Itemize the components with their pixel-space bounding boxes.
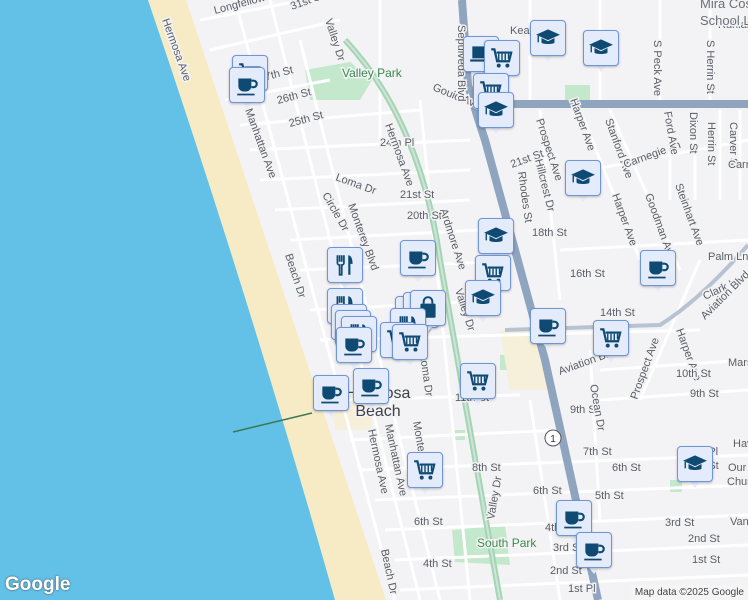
school-marker[interactable]: [478, 92, 514, 136]
street-label: South Park: [477, 536, 537, 550]
cafe-marker[interactable]: [229, 67, 265, 111]
street-label: S Herrin St: [704, 40, 716, 94]
street-label: 14th St: [600, 307, 635, 319]
street-label: 7th St: [583, 446, 612, 458]
cafe-icon: [336, 327, 372, 363]
street-label: Marshall: [728, 357, 748, 369]
street-label: Mira Costa High: [700, 0, 748, 11]
school-marker[interactable]: [565, 160, 601, 204]
street-label: 8th St: [472, 462, 501, 474]
cart-icon: [407, 452, 443, 488]
cafe-marker[interactable]: [400, 240, 436, 284]
map-canvas[interactable]: 1 Longfellow 31st StValley DrValley ParkG…: [0, 0, 748, 600]
street-label: Church: [727, 476, 748, 488]
school-icon: [583, 30, 619, 66]
google-logo: Google: [5, 574, 71, 595]
school-icon: [565, 160, 601, 196]
school-marker[interactable]: [530, 20, 566, 64]
cart-marker[interactable]: [460, 363, 496, 407]
cafe-icon: [313, 375, 349, 411]
cafe-icon: [353, 368, 389, 404]
cafe-marker[interactable]: [640, 250, 676, 294]
street-label: 16th St: [570, 268, 605, 280]
street-label: 1st St: [692, 554, 720, 566]
street-label: 6th St: [414, 516, 443, 528]
restaurant-icon: [327, 247, 363, 283]
street-label: School Lacrosse: [700, 13, 748, 28]
highway-shield-1: 1: [544, 429, 562, 447]
street-label: 6th St: [533, 485, 562, 497]
street-label: 10th St: [676, 368, 711, 380]
cart-icon: [460, 363, 496, 399]
map-attribution[interactable]: Map data ©2025 Google: [630, 585, 748, 600]
cafe-icon: [229, 67, 265, 103]
cafe-icon: [530, 308, 566, 344]
school-icon: [465, 280, 501, 316]
street-label: Dixon St: [687, 112, 699, 154]
street-label: Herrin St: [705, 122, 717, 165]
cafe-icon: [576, 532, 612, 568]
street-label: S Peck Ave: [651, 40, 663, 96]
cafe-icon: [400, 240, 436, 276]
cart-icon: [593, 320, 629, 356]
street-label: Carnegie: [728, 159, 748, 171]
school-marker[interactable]: [465, 280, 501, 324]
street-label: 2nd St: [688, 533, 720, 545]
cart-marker[interactable]: [407, 452, 443, 496]
street-label: 21st St: [400, 189, 434, 201]
street-label: 4th St: [423, 558, 452, 570]
cafe-marker[interactable]: [530, 308, 566, 352]
street-label: Our La: [728, 462, 748, 474]
street-label: Van He: [730, 516, 748, 528]
cafe-marker[interactable]: [313, 375, 349, 419]
cart-icon: [484, 40, 520, 76]
school-icon: [530, 20, 566, 56]
school-icon: [478, 218, 514, 254]
street-label: 6th St: [612, 462, 641, 474]
cart-icon: [392, 324, 428, 360]
cafe-icon: [556, 500, 592, 536]
svg-text:1: 1: [550, 434, 556, 445]
street-label: Palm Ln: [708, 251, 748, 263]
cart-marker[interactable]: [593, 320, 629, 364]
school-icon: [677, 446, 713, 482]
cafe-marker[interactable]: [353, 368, 389, 412]
restaurant-marker[interactable]: [327, 247, 363, 291]
cafe-marker[interactable]: [576, 532, 612, 576]
street-label: 1st Pl: [568, 583, 596, 595]
street-label: 5th St: [595, 490, 624, 502]
street-label: 3rd St: [665, 517, 694, 529]
street-label: Valley Park: [342, 66, 403, 80]
school-icon: [478, 92, 514, 128]
street-label: 9th St: [690, 388, 719, 400]
street-label: 18th St: [532, 227, 567, 239]
school-marker[interactable]: [677, 446, 713, 490]
school-marker[interactable]: [583, 30, 619, 74]
street-label: 20th St: [407, 210, 442, 222]
cart-marker[interactable]: [392, 324, 428, 368]
cafe-marker[interactable]: [336, 327, 372, 371]
cafe-icon: [640, 250, 676, 286]
street-label: Haver: [733, 438, 748, 450]
